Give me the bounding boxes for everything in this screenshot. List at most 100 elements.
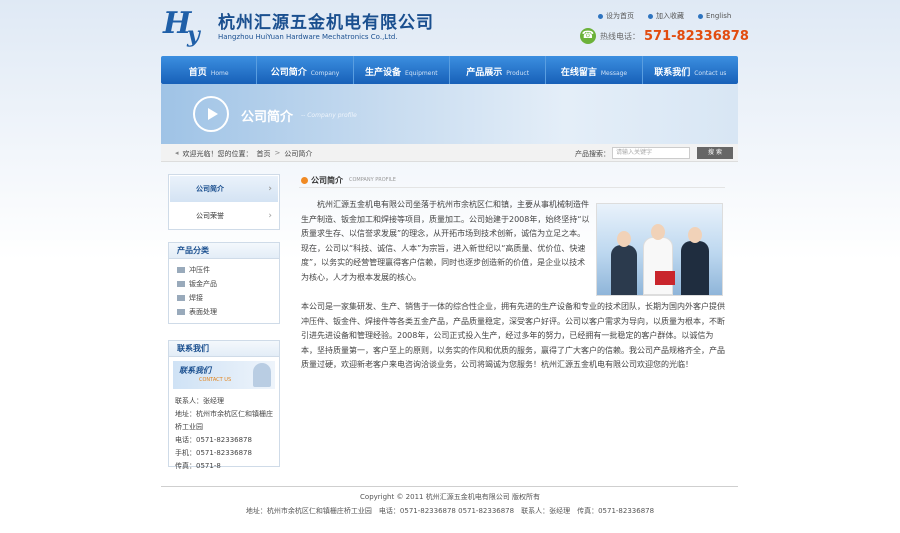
search-input[interactable]: 请输入关键字 [612, 147, 690, 159]
bullet-icon [598, 13, 603, 19]
category-list: 冲压件 钣金产品 焊接 表面处理 [169, 259, 279, 319]
contact-line: 地址：杭州市余杭区仁和镇栅庄 [175, 410, 273, 418]
nav-product-label: 产品展示 [466, 68, 503, 78]
chevron-right-icon: › [268, 184, 272, 194]
company-name-cn: 杭州汇源五金机电有限公司 [218, 13, 434, 33]
nav-home-en: Home [210, 70, 229, 77]
person-right [681, 227, 709, 295]
nav-contact-label: 联系我们 [654, 68, 691, 78]
sidebar-item-honor[interactable]: 公司荣誉 › [170, 203, 278, 229]
nav-equipment[interactable]: 生产设备 Equipment [354, 56, 450, 84]
add-favorite-label: 加入收藏 [656, 12, 684, 20]
category-thumb-icon [177, 267, 185, 273]
page-banner: 公司简介 -- Company profile [161, 84, 738, 144]
nav-equipment-en: Equipment [405, 70, 438, 77]
category-title: 产品分类 [169, 243, 279, 259]
search-button[interactable]: 搜 索 [697, 147, 733, 159]
person-left [611, 231, 637, 295]
set-homepage-link[interactable]: 设为首页 [598, 11, 634, 21]
contact-banner: 联系我们 CONTACT US [173, 361, 275, 389]
breadcrumb-bar: ◂ 欢迎光临！您的位置： 首页 > 公司简介 产品搜索： 请输入关键字 搜 索 [161, 144, 738, 162]
sidebar-item-label: 公司荣誉 [196, 212, 224, 220]
nav-company-label: 公司简介 [270, 68, 307, 78]
contact-banner-cn: 联系我们 [179, 366, 211, 375]
content-title-en: COMPANY PROFILE [349, 177, 396, 183]
breadcrumb-prefix: 欢迎光临！您的位置： [182, 150, 253, 158]
phone-icon: ☎ [580, 28, 596, 44]
breadcrumb-home[interactable]: 首页 [257, 149, 271, 159]
english-label: English [706, 12, 732, 20]
contact-line: 桥工业园 [175, 423, 203, 431]
main-nav: 首页 Home 公司简介 Company 生产设备 Equipment 产品展示 Pro… [161, 56, 738, 84]
page: H y 杭州汇源五金机电有限公司 Hangzhou HuiYuan Hardwa… [0, 0, 900, 533]
english-link[interactable]: English [698, 11, 731, 21]
copyright: Copyright © 2011 杭州汇源五金机电有限公司 版权所有 [360, 493, 540, 501]
red-folder [655, 271, 675, 285]
contact-box: 联系我们 联系我们 CONTACT US 联系人：张经理 地址：杭州市余杭区仁和… [168, 340, 280, 470]
category-item[interactable]: 焊接 [177, 291, 279, 305]
content-header: 公司简介 COMPANY PROFILE [299, 174, 725, 188]
nav-message[interactable]: 在线留言 Message [546, 56, 643, 84]
person-icon [253, 363, 271, 387]
contact-info: 联系人：张经理 地址：杭州市余杭区仁和镇栅庄 桥工业园 电话：0571-8233… [169, 393, 279, 477]
chevron-right-icon: › [268, 211, 272, 221]
top-links: 设为首页 加入收藏 English [598, 11, 731, 21]
add-favorite-link[interactable]: 加入收藏 [648, 11, 684, 21]
contact-line: 联系人：张经理 [175, 397, 224, 405]
banner-subtitle: -- Company profile [301, 112, 357, 119]
nav-contact[interactable]: 联系我们 Contact us [643, 56, 738, 84]
hotline: ☎ 热线电话： 571-82336878 [580, 28, 749, 44]
nav-home-label: 首页 [188, 68, 207, 78]
breadcrumb-current: 公司简介 [284, 150, 313, 158]
title-bullet-icon [301, 177, 308, 184]
category-thumb-icon [177, 295, 185, 301]
breadcrumb-separator-icon: > [274, 149, 281, 157]
intro-paragraph-continued: 本公司是一家集研发、生产、销售于一体的综合性企业，拥有先进的生产设备和专业的技术… [301, 302, 725, 369]
nav-equipment-label: 生产设备 [365, 68, 402, 78]
nav-product-en: Product [506, 70, 530, 77]
footer-divider [161, 486, 738, 487]
nav-home[interactable]: 首页 Home [161, 56, 258, 84]
contact-line: 手机：0571-82336878 [175, 449, 252, 457]
nav-message-label: 在线留言 [560, 68, 597, 78]
footer-address: 地址：杭州市余杭区仁和镇栅庄桥工业园 电话：0571-82336878 0571… [245, 507, 655, 515]
nav-product[interactable]: 产品展示 Product [450, 56, 547, 84]
category-label: 钣金产品 [189, 280, 217, 288]
category-thumb-icon [177, 281, 185, 287]
contact-title: 联系我们 [169, 341, 279, 357]
nav-contact-en: Contact us [694, 70, 727, 77]
breadcrumb: ◂ 欢迎光临！您的位置： 首页 > 公司简介 [175, 149, 312, 159]
category-item[interactable]: 表面处理 [177, 305, 279, 319]
category-item[interactable]: 冲压件 [177, 263, 279, 277]
logo[interactable]: H y [163, 6, 211, 48]
hotline-label: 热线电话： [600, 31, 640, 41]
person-center [643, 224, 673, 295]
category-label: 焊接 [189, 294, 203, 302]
product-category-box: 产品分类 冲压件 钣金产品 焊接 表面处理 [168, 242, 280, 324]
contact-line: 电话：0571-82336878 [175, 436, 252, 444]
category-item[interactable]: 钣金产品 [177, 277, 279, 291]
hotline-number: 571-82336878 [644, 28, 749, 44]
category-label: 表面处理 [189, 308, 217, 316]
nav-company[interactable]: 公司简介 Company [257, 56, 354, 84]
category-label: 冲压件 [189, 266, 210, 274]
category-thumb-icon [177, 309, 185, 315]
bullet-icon [698, 13, 703, 19]
content-title: 公司简介 [311, 176, 343, 185]
logo-letter-y: y [187, 22, 200, 48]
contact-line: 传真：0571-8 [175, 462, 221, 470]
bullet-icon [648, 13, 653, 19]
sidebar-item-label: 公司简介 [196, 185, 224, 193]
nav-company-en: Company [310, 70, 340, 77]
intro-paragraph: 杭州汇源五金机电有限公司坐落于杭州市余杭区仁和镇，主要从事机械制造件生产制造、钣… [301, 200, 590, 282]
business-team-photo [596, 203, 723, 296]
sidebar-menu: 公司简介 › 公司荣誉 › [168, 174, 280, 230]
contact-banner-en: CONTACT US [199, 377, 232, 383]
play-circle-icon [193, 96, 229, 132]
search-label: 产品搜索： [575, 150, 610, 158]
sidebar-item-company[interactable]: 公司简介 › [170, 176, 278, 202]
set-homepage-label: 设为首页 [606, 12, 634, 20]
banner-title: 公司简介 [241, 110, 294, 125]
arrow-icon: ◂ [175, 149, 179, 157]
company-name-en: Hangzhou HuiYuan Hardware Mechatronics C… [218, 33, 398, 41]
